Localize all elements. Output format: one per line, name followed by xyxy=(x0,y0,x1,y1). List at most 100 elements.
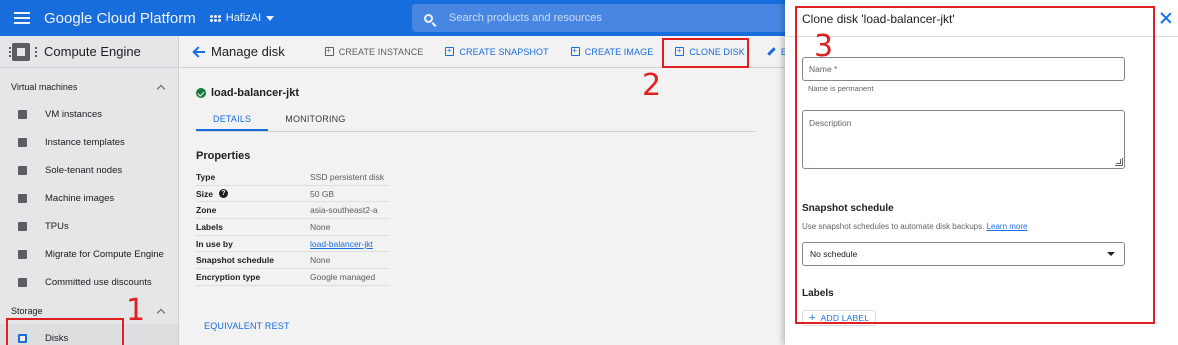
page-title: Manage disk xyxy=(211,44,285,59)
instance-templates-icon xyxy=(18,137,27,147)
sidebar-item-sole-tenant-nodes[interactable]: Sole-tenant nodes xyxy=(0,156,178,184)
property-value: Google managed xyxy=(310,271,376,282)
property-key: Size ? xyxy=(196,189,310,199)
create-instance-label: CREATE INSTANCE xyxy=(338,46,424,57)
top-bar: Google Cloud Platform HafizAI Search pro… xyxy=(0,0,785,36)
panel-divider xyxy=(785,36,1178,37)
section-label: Storage xyxy=(11,306,43,316)
clone-disk-panel: Clone disk 'load-balancer-jkt' Name is p… xyxy=(785,0,1178,345)
properties-title: Properties xyxy=(196,150,251,162)
table-row: Size ? 50 GB xyxy=(196,186,390,203)
snapshot-schedule-description: Use snapshot schedules to automate disk … xyxy=(802,222,1027,231)
help-icon[interactable]: ? xyxy=(219,189,229,199)
create-image-label: CREATE IMAGE xyxy=(584,46,654,57)
compute-engine-icon xyxy=(9,42,37,61)
sidebar-item-instance-templates[interactable]: Instance templates xyxy=(0,128,178,156)
snapshot-schedule-title: Snapshot schedule xyxy=(802,203,894,214)
sidebar-item-label: Migrate for Compute Engine xyxy=(45,248,164,260)
table-row: Encryption type Google managed xyxy=(196,269,390,286)
vm-instances-icon xyxy=(18,109,27,119)
table-row: Snapshot schedule None xyxy=(196,252,390,270)
project-dots-icon xyxy=(209,14,221,22)
sidebar-item-label: Committed use discounts xyxy=(45,276,152,288)
property-value: None xyxy=(310,255,331,266)
table-row: In use by load-balancer-jkt xyxy=(196,236,390,253)
properties-table: Type SSD persistent disk Size ? 50 GB Zo… xyxy=(196,169,390,286)
action-bar: Manage disk CREATE INSTANCE CREATE SNAPS… xyxy=(180,36,793,68)
sidebar-item-disks[interactable]: Disks xyxy=(0,324,178,345)
in-use-by-link[interactable]: load-balancer-jkt xyxy=(310,239,373,249)
search-placeholder: Search products and resources xyxy=(449,12,602,24)
tpu-icon xyxy=(18,221,27,231)
chevron-up-icon[interactable] xyxy=(156,308,166,317)
sidebar-item-committed-use-discounts[interactable]: Committed use discounts xyxy=(0,268,178,296)
tab-bar: DETAILS MONITORING xyxy=(196,108,756,132)
tab-monitoring[interactable]: MONITORING xyxy=(268,108,362,131)
disk-heading: load-balancer-jkt xyxy=(196,87,299,99)
add-label-button[interactable]: + ADD LABEL xyxy=(802,310,877,326)
property-key: Zone xyxy=(196,205,217,216)
disk-icon xyxy=(18,333,27,343)
disk-name: load-balancer-jkt xyxy=(211,87,300,99)
equivalent-rest-link[interactable]: EQUIVALENT REST xyxy=(204,321,290,331)
section-virtual-machines[interactable]: Virtual machines xyxy=(0,74,178,100)
property-key: Type xyxy=(196,171,216,182)
snapshot-schedule-select[interactable]: No schedule xyxy=(802,242,1125,266)
sidebar-item-label: TPUs xyxy=(45,220,69,232)
check-circle-icon xyxy=(196,88,206,98)
name-hint: Name is permanent xyxy=(808,84,874,93)
table-row: Zone asia-southeast2-a xyxy=(196,202,390,220)
sidebar-item-machine-images[interactable]: Machine images xyxy=(0,184,178,212)
sidebar-item-label: Machine images xyxy=(45,192,115,204)
menu-icon[interactable] xyxy=(14,12,30,24)
learn-more-link[interactable]: Learn more xyxy=(987,222,1028,231)
select-value: No schedule xyxy=(810,249,858,259)
clone-disk-label: CLONE DISK xyxy=(689,46,745,57)
tab-details[interactable]: DETAILS xyxy=(196,108,269,131)
property-key: Encryption type xyxy=(196,271,261,282)
machine-images-icon xyxy=(18,193,27,203)
brand-title[interactable]: Google Cloud Platform xyxy=(44,10,196,27)
panel-title: Clone disk 'load-balancer-jkt' xyxy=(802,12,955,26)
name-field[interactable] xyxy=(802,57,1125,81)
sidebar-item-label: VM instances xyxy=(45,108,103,120)
close-icon[interactable] xyxy=(1160,12,1172,24)
search-icon xyxy=(424,13,433,23)
section-storage[interactable]: Storage xyxy=(0,298,178,324)
clone-disk-button[interactable]: CLONE DISK xyxy=(675,47,745,57)
snapshot-icon xyxy=(445,47,455,56)
description-field[interactable] xyxy=(802,110,1125,169)
chevron-up-icon[interactable] xyxy=(156,84,166,93)
sidebar-header: Compute Engine xyxy=(0,36,178,68)
sidebar: Compute Engine Virtual machines VM insta… xyxy=(0,36,179,345)
sidebar-item-tpus[interactable]: TPUs xyxy=(0,212,178,240)
section-label: Virtual machines xyxy=(11,82,78,92)
create-image-button[interactable]: CREATE IMAGE xyxy=(570,46,654,57)
sidebar-item-vm-instances[interactable]: VM instances xyxy=(0,100,178,128)
clone-icon xyxy=(675,47,685,56)
create-instance-button[interactable]: CREATE INSTANCE xyxy=(324,46,424,57)
discount-icon xyxy=(18,277,27,287)
migrate-icon xyxy=(18,249,27,259)
snapshot-desc-text: Use snapshot schedules to automate disk … xyxy=(802,222,985,231)
search-bar[interactable]: Search products and resources xyxy=(412,4,785,32)
property-key-label: Size xyxy=(196,188,214,199)
sidebar-item-migrate[interactable]: Migrate for Compute Engine xyxy=(0,240,178,268)
property-value: SSD persistent disk xyxy=(310,171,385,182)
property-value: None xyxy=(310,221,331,232)
table-row: Labels None xyxy=(196,219,390,236)
labels-title: Labels xyxy=(802,288,834,299)
add-box-icon xyxy=(324,47,334,56)
property-key: Labels xyxy=(196,221,223,232)
add-label-text: ADD LABEL xyxy=(820,313,870,323)
project-selector[interactable]: HafizAI xyxy=(209,12,275,24)
create-snapshot-button[interactable]: CREATE SNAPSHOT xyxy=(445,47,549,57)
sidebar-item-label: Instance templates xyxy=(45,136,125,148)
property-value: asia-southeast2-a xyxy=(310,205,378,216)
sidebar-title: Compute Engine xyxy=(44,44,141,59)
image-icon xyxy=(570,47,580,56)
sidebar-item-label: Disks xyxy=(45,332,69,344)
plus-icon: + xyxy=(809,311,816,324)
edit-pencil-icon xyxy=(767,47,776,56)
sidebar-item-label: Sole-tenant nodes xyxy=(45,164,123,176)
